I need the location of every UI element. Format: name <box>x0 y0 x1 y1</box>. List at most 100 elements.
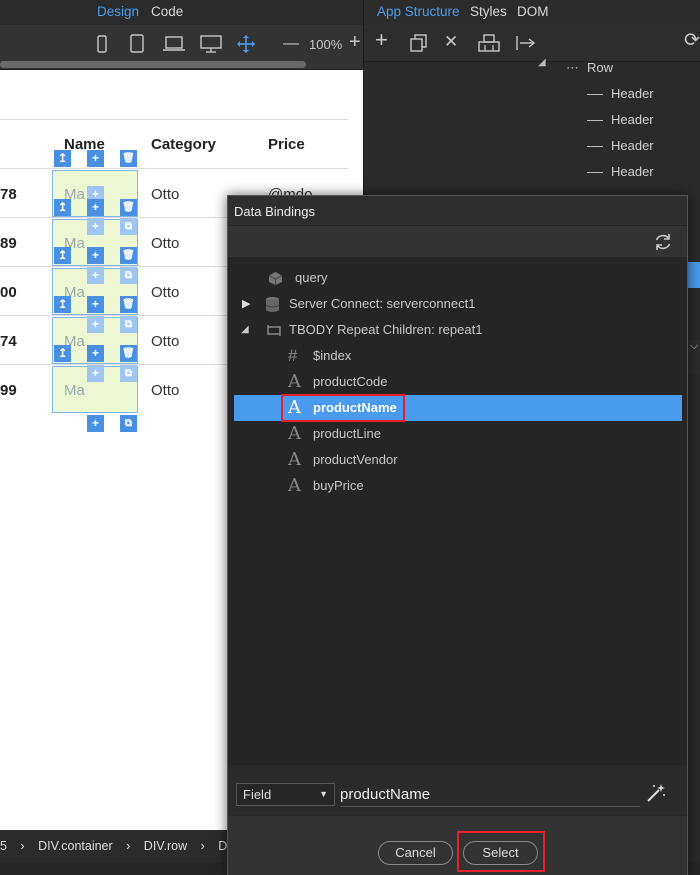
tree-node-server-connect[interactable]: ▶ Server Connect: serverconnect1 <box>228 291 687 317</box>
copy-icon[interactable]: ⧉ <box>120 415 137 432</box>
laptop-icon[interactable] <box>162 36 186 52</box>
text-icon: A <box>288 449 301 470</box>
chevron-down-icon[interactable]: ⌵ <box>688 340 700 374</box>
cancel-button[interactable]: Cancel <box>378 841 453 865</box>
zoom-out-icon[interactable]: — <box>283 36 299 52</box>
copy-icon[interactable]: ⧉ <box>120 365 137 382</box>
tree-node-product-code[interactable]: A productCode <box>228 369 687 395</box>
column-header-price: Price <box>268 136 305 153</box>
tree-node-header[interactable]: Header <box>587 86 654 101</box>
text-icon: A <box>288 475 301 496</box>
add-icon[interactable]: + <box>87 247 104 264</box>
tab-code[interactable]: Code <box>151 4 183 19</box>
collapse-triangle-icon[interactable]: ◢ <box>538 57 546 68</box>
trash-icon[interactable]: 🗑 <box>120 199 137 216</box>
tab-styles[interactable]: Styles <box>470 4 507 19</box>
table-cell-category: Otto <box>151 333 180 350</box>
binding-tree: query ▶ Server Connect: serverconnect1 ◢… <box>228 257 687 765</box>
text-icon: A <box>288 371 301 392</box>
trash-icon[interactable]: 🗑 <box>120 345 137 362</box>
add-icon[interactable]: + <box>87 218 104 235</box>
add-icon[interactable]: + <box>87 267 104 284</box>
move-arrows-icon[interactable] <box>236 34 256 54</box>
expand-triangle-icon[interactable]: ▶ <box>242 291 250 317</box>
tree-node-header[interactable]: Header <box>587 138 654 153</box>
trash-icon[interactable]: 🗑 <box>120 150 137 167</box>
add-icon[interactable]: + <box>87 415 104 432</box>
dash-icon <box>587 120 603 122</box>
add-icon[interactable]: + <box>87 199 104 216</box>
table-cell-id: 00 <box>0 284 17 301</box>
tab-app-structure[interactable]: App Structure <box>377 4 460 19</box>
tablet-icon[interactable] <box>130 34 144 53</box>
add-icon[interactable]: + <box>87 150 104 167</box>
divider <box>0 168 348 169</box>
selected-row-edge <box>688 262 700 288</box>
data-bindings-dialog: Data Bindings query ▶ Server Connect: se… <box>227 195 688 875</box>
breadcrumb-item[interactable]: DIV.container › <box>38 839 130 853</box>
binding-field-bar: Field ▼ productName <box>228 765 687 815</box>
tree-node-header[interactable]: Header <box>587 164 654 179</box>
magic-wand-icon[interactable] <box>646 783 666 803</box>
breadcrumb-item[interactable]: DIV.row › <box>144 839 205 853</box>
tree-node-index[interactable]: # $index <box>228 343 687 369</box>
tree-node-query[interactable]: query <box>228 265 687 291</box>
field-type-select[interactable]: Field ▼ <box>236 783 335 806</box>
add-icon[interactable]: + <box>87 365 104 382</box>
delete-x-icon[interactable]: ✕ <box>444 33 458 50</box>
add-icon[interactable]: + <box>375 29 388 51</box>
zoom-in-icon[interactable]: + <box>349 32 361 52</box>
select-button[interactable]: Select <box>463 841 538 865</box>
table-cell-name: Ma <box>64 382 85 399</box>
refresh-icon[interactable]: ⟳ <box>684 31 700 50</box>
breadcrumb-item[interactable]: 5 › <box>0 839 25 853</box>
select-parent-icon[interactable]: ↥ <box>54 199 71 216</box>
copy-icon[interactable]: ⧉ <box>120 316 137 333</box>
select-parent-icon[interactable]: ↥ <box>54 150 71 167</box>
table-cell-category: Otto <box>151 235 180 252</box>
tree-node-row[interactable]: ⋯ Row <box>566 60 613 76</box>
add-icon[interactable]: + <box>87 296 104 313</box>
tree-node-product-vendor[interactable]: A productVendor <box>228 447 687 473</box>
move-to-icon[interactable] <box>516 35 536 51</box>
ellipsis-icon: ⋯ <box>566 60 579 75</box>
wrap-component-icon[interactable] <box>478 33 500 53</box>
tab-dom[interactable]: DOM <box>517 4 549 19</box>
tree-node-repeat[interactable]: ◢ TBODY Repeat Children: repeat1 <box>228 317 687 343</box>
copy-icon[interactable]: ⧉ <box>120 267 137 284</box>
dialog-button-bar: Cancel Select <box>228 815 687 875</box>
caret-down-icon: ▼ <box>319 789 328 799</box>
tree-node-product-name[interactable]: A productName <box>234 394 682 422</box>
add-icon[interactable]: + <box>87 316 104 333</box>
select-parent-icon[interactable]: ↥ <box>54 247 71 264</box>
column-header-category: Category <box>151 136 217 153</box>
database-icon <box>265 297 280 312</box>
table-cell-id: 78 <box>0 186 17 203</box>
desktop-icon[interactable] <box>200 35 222 53</box>
tab-design[interactable]: Design <box>97 4 139 19</box>
trash-icon[interactable]: 🗑 <box>120 247 137 264</box>
add-icon[interactable]: + <box>87 345 104 362</box>
dialog-title: Data Bindings <box>228 196 687 226</box>
select-parent-icon[interactable]: ↥ <box>54 296 71 313</box>
design-code-tabbar: Design Code <box>0 0 363 25</box>
table-cell-category: Otto <box>151 284 180 301</box>
repeat-icon <box>267 325 281 336</box>
structure-tabbar: App Structure Styles DOM <box>364 0 700 25</box>
tree-node-buy-price[interactable]: A buyPrice <box>228 473 687 499</box>
binding-expression-input[interactable]: productName <box>340 782 640 807</box>
refresh-icon[interactable] <box>653 232 673 252</box>
select-parent-icon[interactable]: ↥ <box>54 345 71 362</box>
divider <box>0 119 348 120</box>
phone-icon[interactable] <box>97 35 107 53</box>
horizontal-scrollbar[interactable] <box>0 61 306 68</box>
collapse-triangle-icon[interactable]: ◢ <box>241 317 249 343</box>
table-cell-category: Otto <box>151 382 180 399</box>
tree-node-product-line[interactable]: A productLine <box>228 421 687 447</box>
table-cell-id: 89 <box>0 235 17 252</box>
trash-icon[interactable]: 🗑 <box>120 296 137 313</box>
tree-node-header[interactable]: Header <box>587 112 654 127</box>
duplicate-icon[interactable] <box>410 34 428 52</box>
dash-icon <box>587 94 603 96</box>
copy-icon[interactable]: ⧉ <box>120 218 137 235</box>
